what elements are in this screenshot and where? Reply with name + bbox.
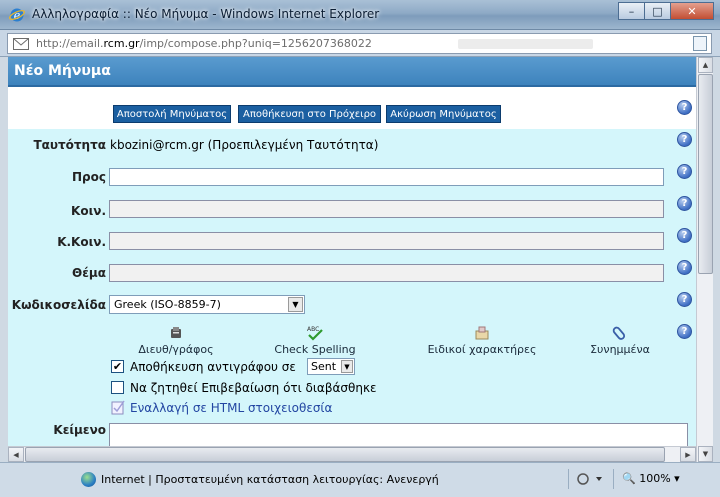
vertical-scrollbar[interactable]: ▲ ▼ [696,57,713,462]
help-icon[interactable]: ? [677,292,692,307]
body-label: Κείμενο [53,423,106,437]
minimize-button[interactable]: – [618,2,644,20]
address-book-icon [171,327,181,338]
identity-value: kbozini@rcm.gr (Προεπιλεγμένη Ταυτότητα) [110,138,379,152]
html-toggle-link[interactable]: Εναλλαγή σε HTML στοιχειοθεσία [130,401,332,415]
scroll-right-icon[interactable]: ▶ [680,447,696,462]
read-receipt-label: Να ζητηθεί Επιβεβαίωση ότι διαβάσθηκε [130,381,377,395]
scroll-down-icon[interactable]: ▼ [698,446,713,462]
special-chars-icon [475,326,489,340]
special-chars-tool[interactable]: Ειδικοί χαρακτήρες [423,325,541,356]
save-copy-folder-value: Sent [311,360,337,373]
status-text: Internet | Προστατευμένη κατάσταση λειτο… [101,473,439,486]
save-copy-label: Αποθήκευση αντιγράφου σε [130,360,296,374]
zoom-level[interactable]: 🔍 100% ▾ [622,472,680,485]
window-controls: – □ ✕ [618,2,714,20]
status-divider [568,469,569,489]
page-title: Νέο Μήνυμα [14,63,111,79]
cancel-button[interactable]: Ακύρωση Μηνύματος [386,105,501,123]
paperclip-icon [612,326,626,340]
status-divider [613,469,614,489]
horizontal-scroll-thumb[interactable] [25,447,665,462]
window-title: Αλληλογραφία :: Νέο Μήνυμα - Windows Int… [32,7,380,21]
scroll-left-icon[interactable]: ◀ [8,447,24,462]
address-book-label: Διευθ/γράφος [138,343,214,356]
bcc-label: Κ.Κοιν. [57,235,106,249]
attachments-tool[interactable]: Συνημμένα [585,325,655,356]
status-bar: Internet | Προστατευμένη κατάσταση λειτο… [0,462,720,497]
protected-mode-icon[interactable] [576,472,606,486]
address-book-tool[interactable]: Διευθ/γράφος [136,325,216,356]
svg-text:ABC: ABC [307,326,319,333]
cc-label: Κοιν. [71,204,106,218]
save-copy-folder-select[interactable]: Sent ▼ [307,358,355,375]
spell-check-label: Check Spelling [274,343,356,356]
help-icon[interactable]: ? [677,132,692,147]
action-toolbar: Αποστολή Μηνύματος Αποθήκευση στο Πρόχει… [8,87,696,129]
charset-value: Greek (ISO-8859-7) [114,298,221,311]
to-label: Προς [72,170,106,184]
page-content: Νέο Μήνυμα Αποστολή Μηνύματος Αποθήκευση… [8,57,696,462]
globe-icon [81,472,96,487]
maximize-button[interactable]: □ [644,2,670,20]
to-input[interactable] [109,168,664,186]
spell-check-tool[interactable]: ABC Check Spelling [270,325,360,356]
dropdown-arrow-icon[interactable]: ▼ [341,360,353,373]
identity-label: Ταυτότητα [33,138,106,152]
address-bar: http://email.rcm.gr/imp/compose.php?uniq… [0,30,720,57]
cc-input[interactable] [109,200,664,218]
html-compose-icon [111,400,125,415]
special-chars-label: Ειδικοί χαρακτήρες [427,343,537,356]
help-icon[interactable]: ? [677,260,692,275]
url-ghost-text [458,39,593,49]
attachments-label: Συνημμένα [590,343,650,356]
close-button[interactable]: ✕ [670,2,714,20]
read-receipt-checkbox[interactable] [111,381,124,394]
help-icon[interactable]: ? [677,228,692,243]
subject-label: Θέμα [72,266,106,280]
dropdown-arrow-icon[interactable]: ▼ [288,297,303,312]
help-icon[interactable]: ? [677,100,692,115]
page-icon[interactable] [693,36,707,51]
vertical-scroll-thumb[interactable] [698,74,713,274]
compose-header: Νέο Μήνυμα [8,57,696,87]
url-field[interactable]: http://email.rcm.gr/imp/compose.php?uniq… [7,33,712,54]
help-icon[interactable]: ? [677,164,692,179]
save-draft-button[interactable]: Αποθήκευση στο Πρόχειρο [238,105,381,123]
url-text: http://email.rcm.gr/imp/compose.php?uniq… [36,37,372,50]
help-icon[interactable]: ? [677,324,692,339]
send-button[interactable]: Αποστολή Μηνύματος [113,105,231,123]
internet-explorer-icon: e [9,8,25,22]
save-copy-checkbox[interactable]: ✔ [111,360,124,373]
charset-label: Κωδικοσελίδα [11,298,106,312]
bcc-input[interactable] [109,232,664,250]
spell-check-icon: ABC [307,326,323,341]
window-titlebar: e Αλληλογραφία :: Νέο Μήνυμα - Windows I… [0,0,720,30]
compose-form: Ταυτότητα kbozini@rcm.gr (Προεπιλεγμένη … [8,129,696,419]
scroll-up-icon[interactable]: ▲ [698,57,713,73]
charset-select[interactable]: Greek (ISO-8859-7) ▼ [109,295,305,314]
help-icon[interactable]: ? [677,196,692,211]
subject-input[interactable] [109,264,664,282]
mail-icon [13,38,29,50]
horizontal-scrollbar[interactable]: ◀ ▶ [8,446,696,462]
